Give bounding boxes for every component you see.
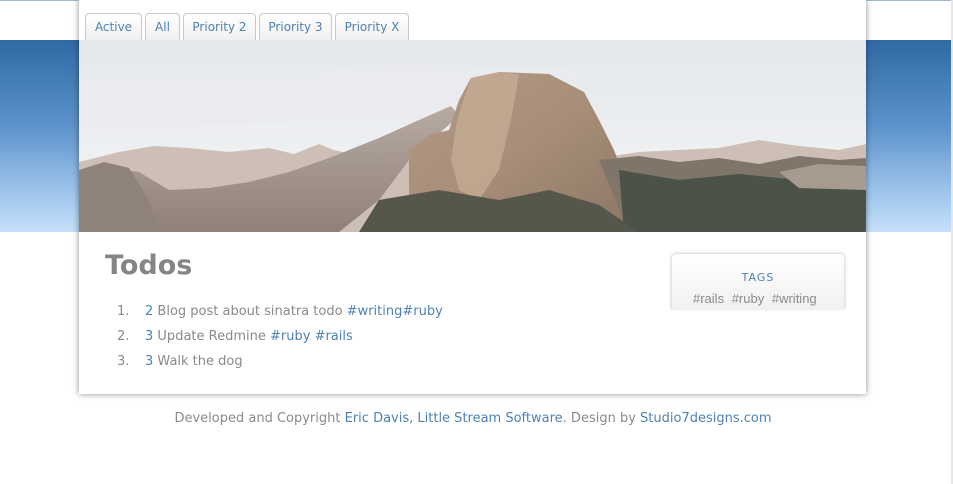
todo-text: Update Redmine: [157, 329, 266, 344]
footer-design-link[interactable]: Studio7designs.com: [640, 411, 771, 426]
todo-item: 2. 3 Update Redmine #ruby #rails: [117, 327, 443, 352]
tab-priority-x[interactable]: Priority X: [335, 13, 409, 40]
tab-priority-3[interactable]: Priority 3: [259, 13, 332, 40]
todo-item: 1. 2 Blog post about sinatra todo #writin…: [117, 302, 443, 327]
tag-list: #rails #ruby #writing: [693, 291, 821, 306]
footer-middle: . Design by: [562, 411, 636, 426]
todo-item: 3. 3 Walk the dog: [117, 352, 443, 377]
todo-tag-link[interactable]: #ruby: [402, 304, 442, 319]
todo-priority-link[interactable]: 2: [145, 304, 153, 319]
tags-heading: TAGS: [741, 271, 775, 284]
page-container: Active All Priority 2 Priority 3 Priorit…: [79, 0, 866, 394]
todo-list: 1. 2 Blog post about sinatra todo #writin…: [117, 302, 443, 377]
header-mountain-image: [79, 40, 866, 232]
footer-author-link[interactable]: Eric Davis, Little Stream Software: [345, 411, 563, 426]
todo-priority-link[interactable]: 3: [145, 329, 153, 344]
tab-active[interactable]: Active: [85, 13, 142, 40]
footer-prefix: Developed and Copyright: [174, 411, 341, 426]
todo-priority-link[interactable]: 3: [145, 354, 153, 369]
footer: Developed and Copyright Eric Davis, Litt…: [0, 411, 946, 426]
page-title: Todos: [105, 250, 193, 281]
todo-index: 2.: [117, 329, 130, 344]
sidebar-tag-rails[interactable]: #rails: [693, 291, 724, 306]
todo-text: Walk the dog: [157, 354, 243, 369]
todo-tag-link[interactable]: #rails: [315, 329, 353, 344]
tab-priority-2[interactable]: Priority 2: [183, 13, 256, 40]
tab-all[interactable]: All: [145, 13, 180, 40]
todo-text: Blog post about sinatra todo: [157, 304, 343, 319]
sidebar-tag-ruby[interactable]: #ruby: [732, 291, 765, 306]
tags-sidebar-box: TAGS #rails #ruby #writing: [671, 253, 845, 309]
sidebar-tag-writing[interactable]: #writing: [772, 291, 817, 306]
todo-index: 3.: [117, 354, 130, 369]
todo-tag-link[interactable]: #writing: [347, 304, 403, 319]
todo-tag-link[interactable]: #ruby: [270, 329, 310, 344]
todo-index: 1.: [117, 304, 130, 319]
